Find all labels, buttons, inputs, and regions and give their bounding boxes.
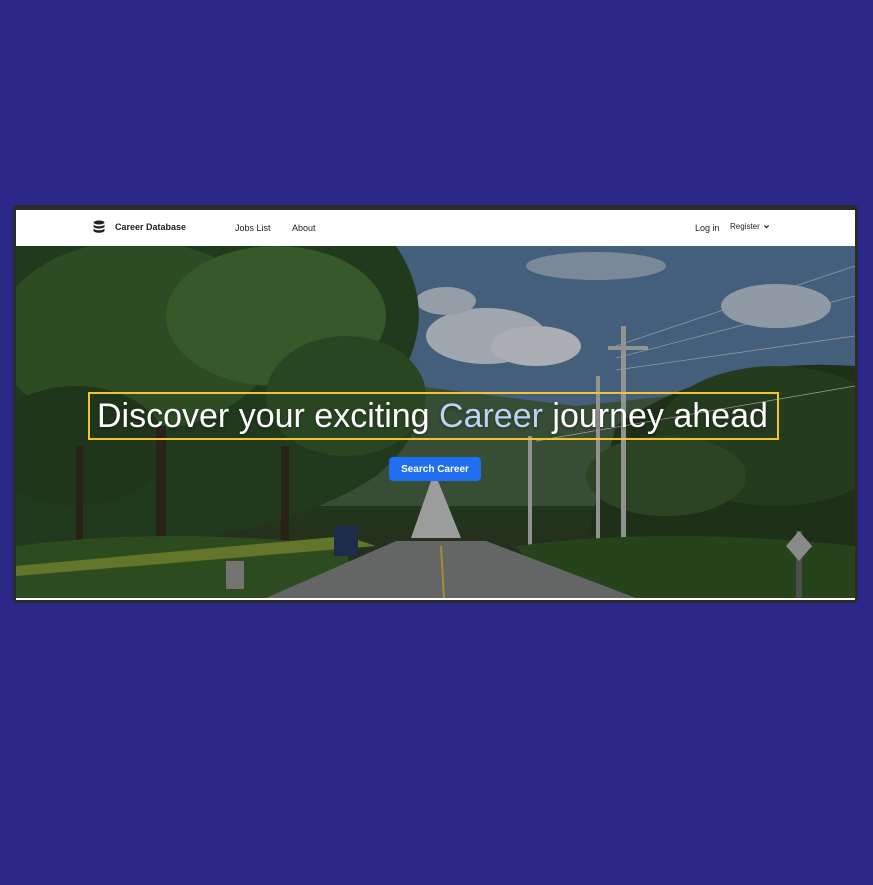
register-dropdown[interactable]: Register [730,222,770,231]
hero-headline: Discover your exciting Career journey ah… [97,392,777,440]
brand-name: Career Database [115,222,187,232]
chevron-down-icon [763,225,769,229]
headline-end: journey ahead [542,397,768,435]
nav-about-link[interactable]: About [292,223,316,233]
login-link[interactable]: Log in [695,223,720,233]
nav-jobs-list-link[interactable]: Jobs List [235,223,271,233]
brand[interactable]: Career Database [92,220,186,234]
navbar: Career Database Jobs List About Log in R… [16,210,855,247]
headline-accent-word: Career [439,397,543,435]
search-career-button[interactable]: Search Career [389,457,481,481]
database-icon [93,220,105,233]
register-label: Register [730,222,760,231]
headline-start: Discover your exciting [97,397,440,435]
